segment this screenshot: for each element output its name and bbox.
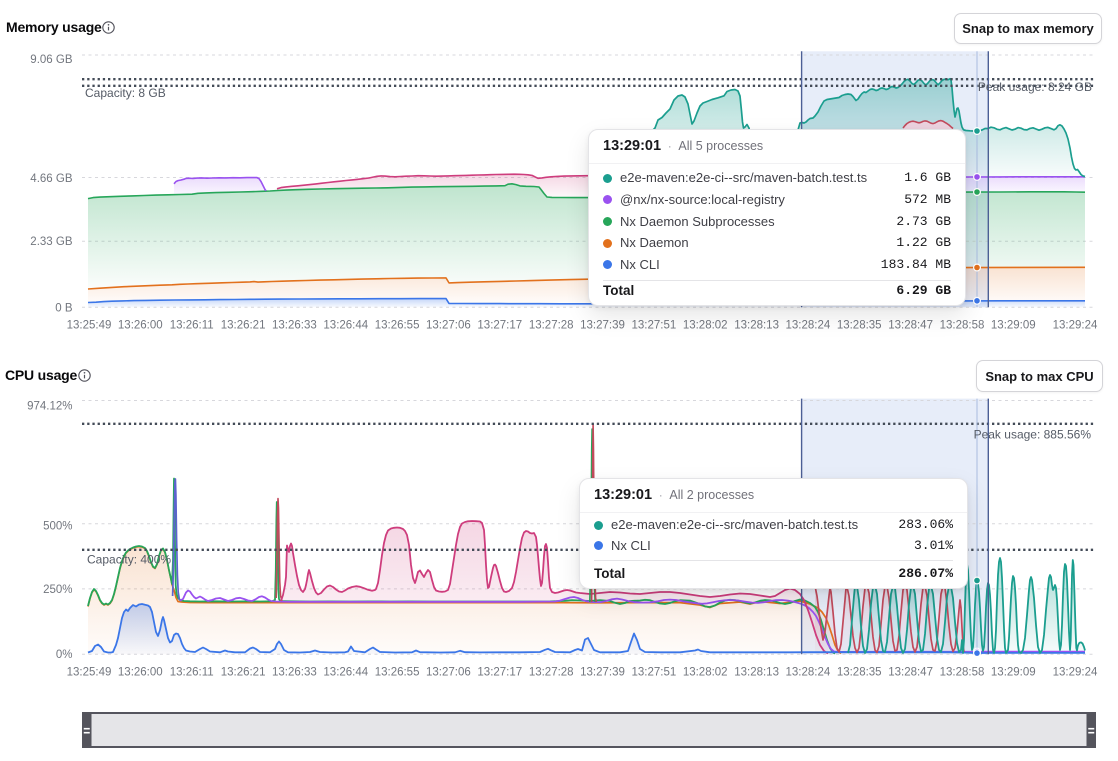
svg-text:2.33 GB: 2.33 GB — [30, 236, 73, 248]
svg-text:13:27:17: 13:27:17 — [477, 320, 522, 332]
svg-text:Peak usage: 885.56%: Peak usage: 885.56% — [974, 428, 1092, 442]
svg-text:13:26:11: 13:26:11 — [170, 667, 214, 679]
svg-text:13:26:44: 13:26:44 — [323, 320, 368, 332]
svg-text:13:26:55: 13:26:55 — [375, 320, 420, 332]
svg-text:13:27:39: 13:27:39 — [580, 667, 625, 679]
svg-text:9.06 GB: 9.06 GB — [30, 54, 73, 66]
svg-text:13:28:24: 13:28:24 — [786, 320, 831, 332]
svg-text:13:27:51: 13:27:51 — [632, 320, 677, 332]
svg-text:13:26:11: 13:26:11 — [170, 320, 214, 332]
svg-text:13:28:35: 13:28:35 — [837, 320, 882, 332]
svg-text:13:27:51: 13:27:51 — [632, 667, 677, 679]
svg-text:13:28:58: 13:28:58 — [940, 320, 985, 332]
svg-text:Capacity: 400%: Capacity: 400% — [87, 552, 171, 566]
svg-text:13:28:47: 13:28:47 — [888, 667, 933, 679]
svg-text:Peak usage: 8.24 GB: Peak usage: 8.24 GB — [978, 80, 1092, 94]
svg-text:13:27:06: 13:27:06 — [426, 667, 471, 679]
svg-text:13:26:00: 13:26:00 — [118, 667, 163, 679]
svg-text:974.12%: 974.12% — [27, 401, 72, 413]
svg-text:13:29:09: 13:29:09 — [991, 667, 1036, 679]
svg-text:13:25:49: 13:25:49 — [67, 667, 112, 679]
svg-text:500%: 500% — [43, 521, 72, 533]
svg-text:250%: 250% — [43, 584, 72, 596]
svg-text:13:27:28: 13:27:28 — [529, 667, 574, 679]
svg-text:13:28:02: 13:28:02 — [683, 320, 728, 332]
svg-text:13:29:24: 13:29:24 — [1053, 667, 1098, 679]
svg-text:13:28:13: 13:28:13 — [734, 667, 779, 679]
svg-text:13:29:09: 13:29:09 — [991, 320, 1036, 332]
svg-text:0%: 0% — [56, 649, 73, 661]
svg-text:13:26:55: 13:26:55 — [375, 667, 420, 679]
svg-text:13:28:35: 13:28:35 — [837, 667, 882, 679]
svg-text:13:26:44: 13:26:44 — [323, 667, 368, 679]
svg-text:13:26:21: 13:26:21 — [221, 667, 266, 679]
svg-text:13:26:21: 13:26:21 — [221, 320, 266, 332]
svg-text:Capacity: 8 GB: Capacity: 8 GB — [85, 86, 166, 100]
svg-text:13:29:24: 13:29:24 — [1053, 320, 1098, 332]
svg-text:0 B: 0 B — [55, 302, 73, 314]
svg-text:13:28:13: 13:28:13 — [734, 320, 779, 332]
svg-text:13:28:24: 13:28:24 — [786, 667, 831, 679]
svg-text:13:27:06: 13:27:06 — [426, 320, 471, 332]
svg-text:4.66 GB: 4.66 GB — [30, 173, 73, 185]
svg-text:13:28:58: 13:28:58 — [940, 667, 985, 679]
svg-text:13:28:02: 13:28:02 — [683, 667, 728, 679]
svg-text:13:26:33: 13:26:33 — [272, 667, 317, 679]
svg-text:13:26:33: 13:26:33 — [272, 320, 317, 332]
svg-text:13:27:39: 13:27:39 — [580, 320, 625, 332]
svg-text:13:27:28: 13:27:28 — [529, 320, 574, 332]
svg-text:13:25:49: 13:25:49 — [67, 320, 112, 332]
svg-text:13:27:17: 13:27:17 — [477, 667, 522, 679]
svg-text:13:26:00: 13:26:00 — [118, 320, 163, 332]
svg-text:13:28:47: 13:28:47 — [888, 320, 933, 332]
